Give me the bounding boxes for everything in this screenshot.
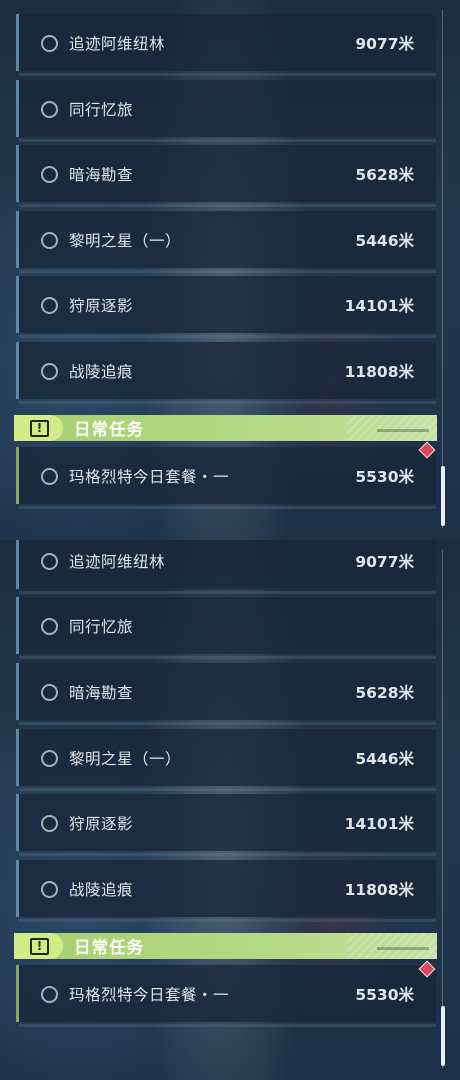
exclamation-box-icon: ! (30, 938, 49, 955)
quest-distance: 5628米 (355, 683, 414, 702)
quest-status-circle-icon (41, 296, 58, 314)
scrollbar-thumb[interactable] (441, 1006, 445, 1066)
quest-name: 追迹阿维纽林 (69, 552, 166, 571)
scrollbar-thumb[interactable] (441, 466, 445, 526)
quest-item[interactable]: 暗海勘查 5628米 (16, 145, 436, 207)
quest-item[interactable]: 战陵追痕 11808米 (16, 342, 436, 404)
quest-item[interactable]: 追迹阿维纽林 9077米 (16, 540, 436, 594)
exclamation-box-icon: ! (30, 420, 49, 437)
quest-status-circle-icon (41, 814, 58, 832)
quest-distance: 9077米 (355, 34, 414, 53)
section-title: 日常任务 (74, 938, 144, 957)
quest-distance: 5530米 (355, 467, 414, 486)
header-deco-line (377, 429, 429, 432)
quest-distance: 11808米 (344, 362, 414, 381)
quest-name: 黎明之星（一） (69, 749, 182, 768)
header-decoration (347, 415, 437, 441)
quest-distance: 9077米 (355, 552, 414, 571)
quest-list: 追迹阿维纽林 9077米 同行忆旅 暗海勘查 5628米 黎明之星（一） 544… (0, 540, 460, 1080)
quest-name: 战陵追痕 (69, 880, 134, 899)
quest-item[interactable]: 追迹阿维纽林 9077米 (16, 14, 436, 76)
quest-status-circle-icon (41, 100, 58, 118)
quest-name: 追迹阿维纽林 (69, 34, 166, 53)
quest-distance: 11808米 (344, 880, 414, 899)
scrollbar-track[interactable] (442, 10, 443, 528)
quest-item[interactable]: 黎明之星（一） 5446米 (16, 729, 436, 791)
quest-status-circle-icon (41, 467, 58, 485)
quest-item[interactable]: 同行忆旅 (16, 597, 436, 659)
quest-status-circle-icon (41, 34, 58, 52)
quest-status-circle-icon (41, 880, 58, 898)
quest-distance: 5530米 (355, 985, 414, 1004)
quest-distance: 5446米 (355, 749, 414, 768)
quest-name: 战陵追痕 (69, 362, 134, 381)
quest-item[interactable]: 黎明之星（一） 5446米 (16, 211, 436, 273)
quest-item[interactable]: 同行忆旅 (16, 80, 436, 142)
quest-distance: 5446米 (355, 231, 414, 250)
quest-name: 暗海勘查 (69, 165, 134, 184)
daily-quests-header[interactable]: ! 日常任务 (14, 415, 437, 441)
quest-status-circle-icon (41, 617, 58, 635)
quest-name: 玛格烈特今日套餐・一 (69, 467, 230, 486)
quest-item[interactable]: 战陵追痕 11808米 (16, 860, 436, 922)
quest-status-circle-icon (41, 749, 58, 767)
quest-status-circle-icon (41, 683, 58, 701)
header-decoration (347, 933, 437, 959)
quest-item[interactable]: 狩原逐影 14101米 (16, 276, 436, 338)
quest-item[interactable]: 暗海勘查 5628米 (16, 663, 436, 725)
quest-name: 狩原逐影 (69, 814, 134, 833)
quest-status-circle-icon (41, 231, 58, 249)
header-deco-line (377, 947, 429, 950)
quest-distance: 14101米 (344, 814, 414, 833)
quest-distance: 5628米 (355, 165, 414, 184)
quest-distance: 14101米 (344, 296, 414, 315)
quest-status-circle-icon (41, 985, 58, 1003)
section-title: 日常任务 (74, 420, 144, 439)
quest-status-circle-icon (41, 552, 58, 570)
quest-name: 狩原逐影 (69, 296, 134, 315)
quest-name: 同行忆旅 (69, 100, 134, 119)
quest-item[interactable]: 狩原逐影 14101米 (16, 794, 436, 856)
daily-quest-item[interactable]: 玛格烈特今日套餐・一 5530米 (16, 447, 436, 509)
quest-panel-bottom: 追迹阿维纽林 9077米 同行忆旅 暗海勘查 5628米 黎明之星（一） 544… (0, 540, 460, 1080)
section-icon-bg: ! (14, 415, 63, 441)
quest-name: 暗海勘查 (69, 683, 134, 702)
quest-name: 同行忆旅 (69, 617, 134, 636)
quest-name: 玛格烈特今日套餐・一 (69, 985, 230, 1004)
section-icon-bg: ! (14, 933, 63, 959)
daily-quest-item[interactable]: 玛格烈特今日套餐・一 5530米 (16, 965, 436, 1027)
quest-list: 追迹阿维纽林 9077米 同行忆旅 暗海勘查 5628米 黎明之星（一） 544… (0, 0, 460, 540)
daily-quests-header[interactable]: ! 日常任务 (14, 933, 437, 959)
scrollbar-track[interactable] (442, 550, 443, 1068)
quest-panel-top: 追迹阿维纽林 9077米 同行忆旅 暗海勘查 5628米 黎明之星（一） 544… (0, 0, 460, 540)
quest-status-circle-icon (41, 362, 58, 380)
quest-name: 黎明之星（一） (69, 231, 182, 250)
quest-status-circle-icon (41, 165, 58, 183)
